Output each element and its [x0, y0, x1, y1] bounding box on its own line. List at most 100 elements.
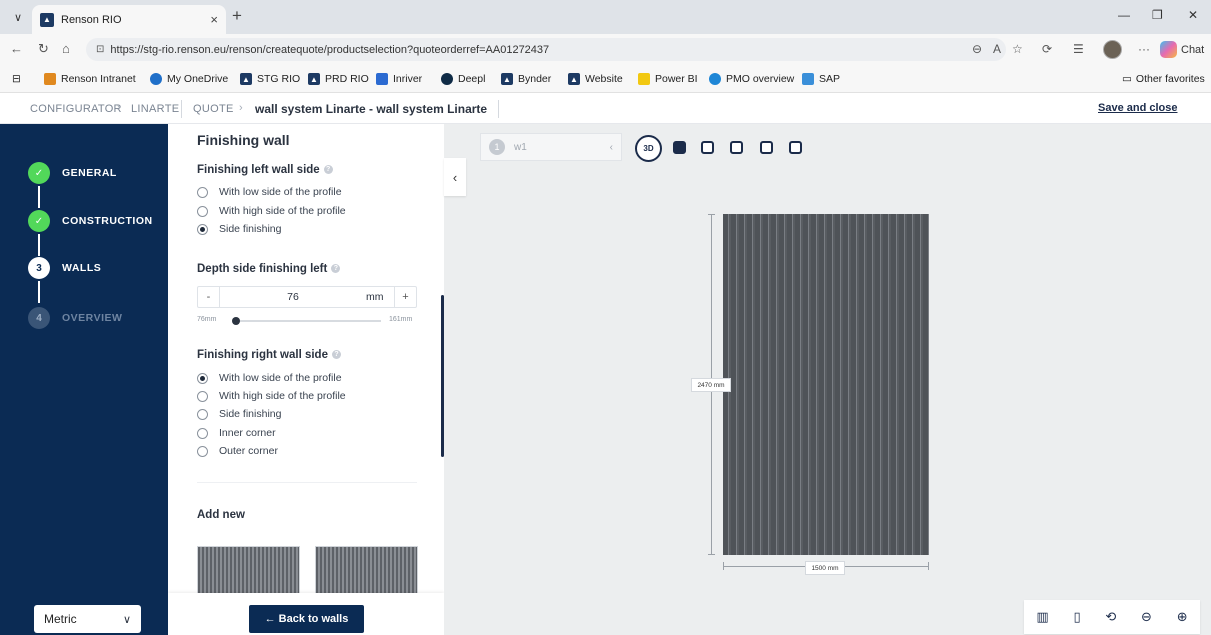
copilot-icon[interactable] [1160, 41, 1177, 58]
view-back-icon[interactable] [701, 141, 714, 154]
height-label: 2470 mm [691, 378, 731, 392]
refresh-icon[interactable]: ↻ [38, 41, 49, 57]
right-option-inner-corner[interactable]: Inner corner [197, 427, 276, 439]
back-arrow-icon[interactable]: ← [10, 41, 23, 56]
step-walls[interactable]: 3 WALLS [28, 257, 101, 279]
right-option-high-side[interactable]: With high side of the profile [197, 390, 346, 402]
left-option-high-side[interactable]: With high side of the profile [197, 205, 346, 217]
new-tab-icon[interactable]: + [232, 7, 242, 24]
radio-button-selected[interactable] [197, 372, 208, 384]
radio-button[interactable] [197, 427, 208, 439]
right-option-outer-corner[interactable]: Outer corner [197, 445, 278, 457]
home-icon[interactable]: ⌂ [62, 41, 70, 56]
zoom-in-icon[interactable]: ⊕ [1177, 609, 1188, 625]
right-side-title: Finishing right wall side? [197, 349, 341, 361]
step-construction[interactable]: ✓ CONSTRUCTION [28, 210, 153, 232]
fav-bynder[interactable]: ▲ Bynder [501, 73, 551, 85]
check-icon: ✓ [28, 162, 50, 184]
depth-slider-track[interactable] [233, 320, 381, 322]
renson-icon: ▲ [568, 73, 580, 85]
radio-button[interactable] [197, 390, 208, 402]
wall-selector[interactable]: 1 w1 ‹ [480, 133, 622, 161]
save-and-close-link[interactable]: Save and close [1098, 102, 1178, 114]
fav-power-bi[interactable]: Power BI [638, 73, 698, 85]
fav-deepl[interactable]: Deepl [441, 73, 485, 85]
collapse-panel-chevron-icon[interactable]: ‹ [444, 158, 466, 196]
fav-inriver[interactable]: Inriver [376, 73, 422, 85]
left-side-title: Finishing left wall side? [197, 164, 333, 176]
window-close-icon[interactable]: ✕ [1188, 8, 1198, 22]
depth-input[interactable]: 76 [220, 291, 366, 303]
view-3d-icon[interactable]: 3D [635, 135, 662, 162]
help-icon[interactable]: ? [323, 165, 333, 175]
right-option-low-side[interactable]: With low side of the profile [197, 372, 342, 384]
help-icon[interactable]: ? [331, 350, 341, 360]
header-divider [498, 100, 499, 118]
step-label: WALLS [62, 262, 102, 274]
favorites-list-icon[interactable]: ☰ [1073, 42, 1084, 56]
radio-button[interactable] [197, 408, 208, 420]
crumb-configurator[interactable]: CONFIGURATOR [30, 103, 122, 115]
radio-button[interactable] [197, 205, 208, 217]
depth-unit: mm [366, 291, 384, 303]
wall-preview[interactable] [723, 214, 929, 555]
right-option-side-finishing[interactable]: Side finishing [197, 408, 281, 420]
renson-favicon-icon: ▲ [40, 12, 54, 27]
tab-close-icon[interactable]: × [210, 12, 218, 27]
left-option-low-side[interactable]: With low side of the profile [197, 186, 342, 198]
columns-icon[interactable]: ▥ [1036, 609, 1048, 625]
wall-type-thumbnail[interactable] [197, 546, 300, 596]
extensions-icon[interactable]: ⟳ [1042, 42, 1052, 56]
zoom-out-icon[interactable]: ⊖ [1141, 609, 1152, 625]
fav-my-onedrive[interactable]: My OneDrive [150, 73, 228, 85]
step-general[interactable]: ✓ GENERAL [28, 162, 117, 184]
fav-pmo-overview[interactable]: PMO overview [709, 73, 794, 85]
fav-website[interactable]: ▲ Website [568, 73, 623, 85]
dimension-tick [708, 214, 715, 215]
panel-title: Finishing wall [197, 132, 290, 148]
more-menu-icon[interactable]: ··· [1138, 42, 1150, 56]
rotate-icon[interactable]: ⟲ [1105, 609, 1116, 625]
radio-button[interactable] [197, 186, 208, 198]
url-field[interactable]: ⊡ https://stg-rio.renson.eu/renson/creat… [86, 38, 1006, 61]
range-max-label: 161mm [389, 316, 413, 323]
radio-button-selected[interactable] [197, 223, 208, 235]
decrement-button[interactable]: - [198, 287, 220, 307]
step-overview[interactable]: 4 OVERVIEW [28, 307, 122, 329]
fav-sap[interactable]: SAP [802, 73, 840, 85]
step-connector [38, 234, 40, 256]
fav-renson-intranet[interactable]: Renson Intranet [44, 73, 136, 85]
fav-other-favorites[interactable]: ▭ Other favorites [1122, 73, 1205, 85]
site-info-icon[interactable]: ⊡ [96, 44, 104, 55]
collections-icon[interactable]: ⊟ [12, 73, 21, 85]
depth-title: Depth side finishing left? [197, 263, 341, 275]
minimize-icon[interactable]: — [1118, 8, 1130, 22]
help-icon[interactable]: ? [331, 264, 341, 274]
fav-prd-rio[interactable]: ▲ PRD RIO [308, 73, 369, 85]
favorite-star-icon[interactable]: ☆ [1012, 42, 1023, 56]
profile-avatar[interactable] [1103, 40, 1122, 59]
back-to-walls-button[interactable]: ← Back to walls [249, 605, 364, 633]
depth-slider-thumb[interactable] [232, 317, 240, 325]
browser-tab[interactable]: ▲ Renson RIO × [32, 5, 226, 34]
fav-stg-rio[interactable]: ▲ STG RIO [240, 73, 300, 85]
rectangle-icon[interactable]: ▯ [1073, 609, 1080, 625]
radio-button[interactable] [197, 445, 208, 457]
view-top-icon[interactable] [789, 141, 802, 154]
increment-button[interactable]: + [394, 287, 416, 307]
chat-label[interactable]: Chat [1181, 44, 1204, 56]
header-divider [181, 100, 182, 118]
read-aloud-icon[interactable]: A [993, 42, 1001, 56]
deepl-icon [441, 73, 453, 85]
zoom-icon[interactable]: ⊖ [972, 42, 982, 56]
crumb-quote[interactable]: QUOTE [193, 103, 234, 115]
tab-actions-chevron-icon[interactable]: ∨ [8, 8, 28, 26]
unit-system-select[interactable]: Metric ∨ [34, 605, 141, 633]
crumb-linarte[interactable]: LINARTE [131, 103, 179, 115]
restore-icon[interactable]: ❐ [1152, 8, 1163, 22]
view-front-icon[interactable] [673, 141, 686, 154]
wall-type-thumbnail[interactable] [315, 546, 418, 596]
left-option-side-finishing[interactable]: Side finishing [197, 223, 281, 235]
view-right-icon[interactable] [760, 141, 773, 154]
view-left-icon[interactable] [730, 141, 743, 154]
